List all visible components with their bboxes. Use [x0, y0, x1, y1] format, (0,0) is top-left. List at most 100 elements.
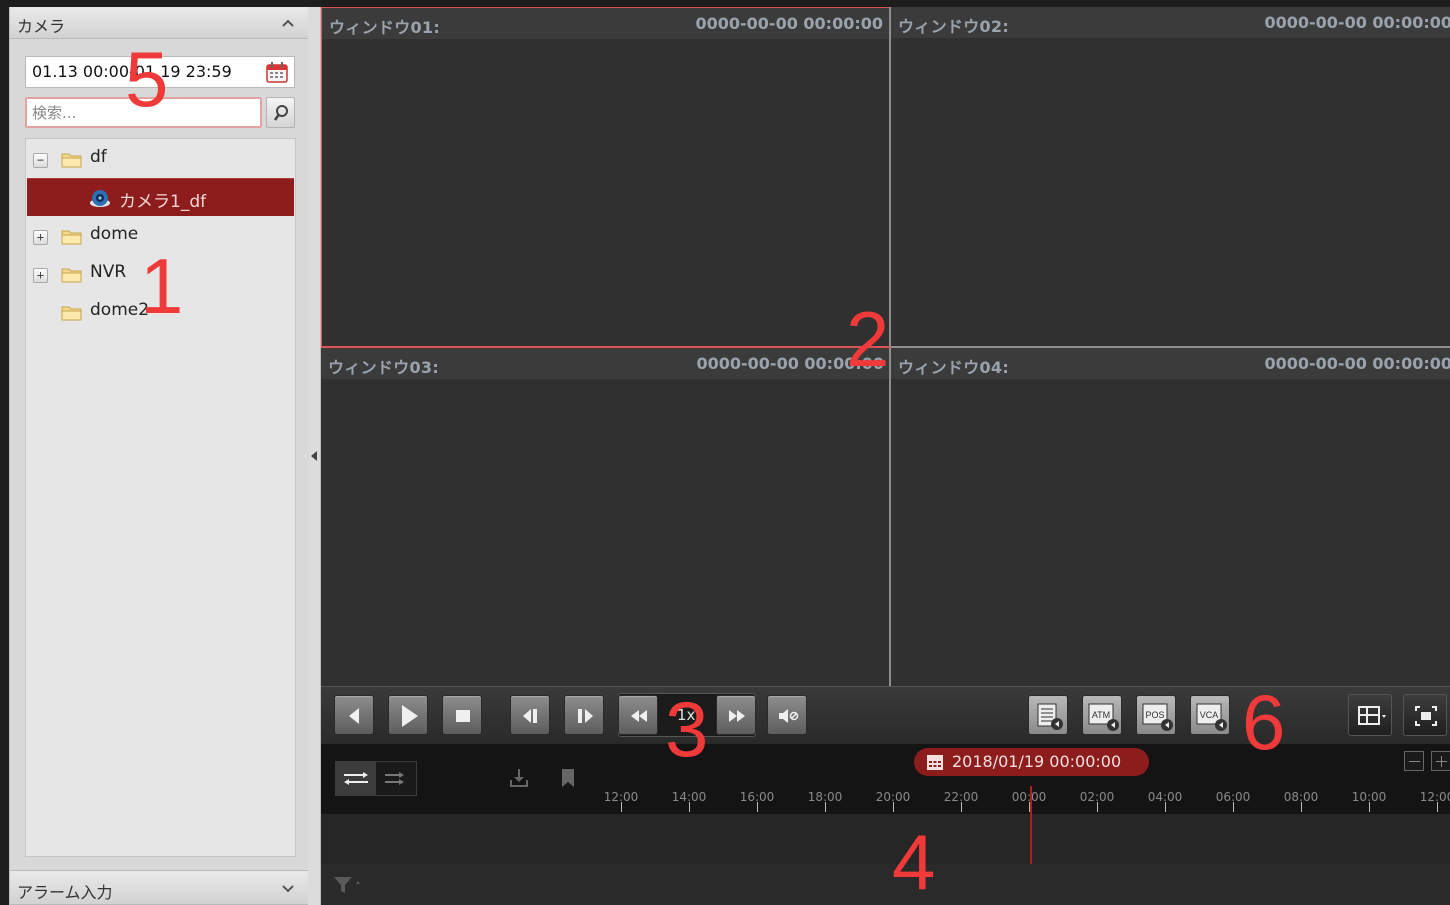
- search-icon: [273, 105, 288, 121]
- tree-item-camera1-df[interactable]: カメラ1_df: [27, 178, 294, 216]
- camera-panel: カメラ 01.13 00:00-01.19 23:59 − df: [9, 7, 309, 905]
- step-back-icon: [523, 709, 537, 723]
- window-title-bar: ウィンドウ04: 0000-00-00 00:00:00: [891, 348, 1450, 379]
- zoom-out-button[interactable]: [1404, 751, 1424, 771]
- video-window-3[interactable]: ウィンドウ03: 0000-00-00 00:00:00: [321, 348, 890, 686]
- window-name: ウィンドウ01:: [329, 18, 441, 37]
- play-button[interactable]: [388, 695, 428, 735]
- camera-panel-title: カメラ: [17, 17, 66, 36]
- app-root: カメラ 01.13 00:00-01.19 23:59 − df: [0, 0, 1450, 905]
- tree-item-label: dome: [90, 224, 139, 244]
- timeline-tick: [1301, 802, 1302, 812]
- chevron-down-icon[interactable]: [281, 882, 295, 896]
- stop-icon: [456, 710, 470, 722]
- panel-splitter[interactable]: [308, 7, 321, 905]
- timeline-tick: [1097, 802, 1098, 812]
- timeline-tick-label: 12:00: [1419, 790, 1450, 804]
- step-forward-button[interactable]: [564, 695, 604, 735]
- fullscreen-icon: [1415, 706, 1437, 726]
- window-title-bar: ウィンドウ01: 0000-00-00 00:00:00: [322, 8, 889, 39]
- timeline-tick: [621, 802, 622, 812]
- fast-button[interactable]: [716, 695, 756, 735]
- reverse-play-icon: [349, 708, 359, 724]
- filter-icon[interactable]: [333, 875, 363, 895]
- annotation-2: 2: [846, 295, 890, 383]
- fullscreen-button[interactable]: [1403, 694, 1447, 736]
- bookmark-icon[interactable]: [560, 768, 576, 788]
- vca-icon: VCA: [1196, 703, 1227, 731]
- layout-button[interactable]: [1348, 694, 1392, 736]
- annotation-5: 5: [125, 35, 169, 123]
- expand-toggle[interactable]: +: [33, 230, 48, 245]
- slow-icon: [631, 710, 647, 722]
- timeline-mode-toggle[interactable]: [335, 761, 417, 796]
- timeline-tick: [893, 802, 894, 812]
- download-icon[interactable]: [507, 766, 531, 790]
- sync-icon: [344, 772, 368, 785]
- vca-label: VCA: [1200, 710, 1219, 720]
- collapse-toggle[interactable]: −: [33, 153, 48, 168]
- atm-label: ATM: [1092, 710, 1110, 720]
- window-name: ウィンドウ04:: [898, 358, 1010, 377]
- search-button[interactable]: [266, 97, 295, 128]
- fast-icon: [729, 710, 745, 722]
- pos-icon: POS: [1142, 703, 1173, 731]
- tree-item-df[interactable]: − df: [27, 139, 294, 177]
- timeline-date: 2018/01/19 00:00:00: [952, 752, 1122, 771]
- audio-icon: [779, 709, 799, 723]
- window-timestamp: 0000-00-00 00:00:00: [1264, 13, 1450, 32]
- calendar-icon: [927, 755, 943, 770]
- active-window-border: [321, 346, 890, 348]
- async-icon[interactable]: [377, 762, 417, 795]
- alarm-input-title: アラーム入力: [17, 883, 113, 902]
- expand-toggle[interactable]: +: [33, 268, 48, 283]
- zoom-in-button[interactable]: [1431, 751, 1450, 771]
- timeline-tick: [757, 802, 758, 812]
- slow-button[interactable]: [618, 695, 658, 735]
- video-window-1[interactable]: ウィンドウ01: 0000-00-00 00:00:00: [321, 7, 890, 347]
- timeline-tick: [825, 802, 826, 812]
- folder-icon: [61, 153, 82, 168]
- chevron-up-icon[interactable]: [281, 16, 295, 30]
- filter-bar: [321, 864, 1450, 905]
- annotation-3: 3: [665, 685, 709, 773]
- pos-label: POS: [1145, 710, 1164, 720]
- pos-button[interactable]: POS: [1136, 695, 1176, 735]
- timeline-date-badge[interactable]: 2018/01/19 00:00:00: [914, 748, 1149, 776]
- atm-icon: ATM: [1088, 703, 1119, 731]
- timeline-tick: [1165, 802, 1166, 812]
- calendar-icon[interactable]: [266, 62, 288, 83]
- sync-mode-option[interactable]: [336, 762, 376, 795]
- video-window-2[interactable]: ウィンドウ02: 0000-00-00 00:00:00: [891, 7, 1450, 347]
- window-title-bar: ウィンドウ02: 0000-00-00 00:00:00: [891, 7, 1450, 38]
- window-timestamp: 0000-00-00 00:00:00: [695, 14, 883, 33]
- play-icon: [402, 705, 418, 727]
- normal-playback-button[interactable]: [1028, 695, 1068, 735]
- tree-item-label: カメラ1_df: [119, 192, 207, 212]
- audio-button[interactable]: [767, 695, 807, 735]
- vca-button[interactable]: VCA: [1190, 695, 1230, 735]
- reverse-play-button[interactable]: [334, 695, 374, 735]
- timeline-tick: [689, 802, 690, 812]
- atm-button[interactable]: ATM: [1082, 695, 1122, 735]
- timeline-tick: [1437, 802, 1438, 812]
- layout-icon: [1358, 706, 1386, 725]
- annotation-4: 4: [892, 818, 936, 905]
- window-title-bar: ウィンドウ03: 0000-00-00 00:00:00: [321, 348, 890, 379]
- timeline-tick: [1233, 802, 1234, 812]
- folder-icon: [61, 230, 82, 245]
- step-back-button[interactable]: [510, 695, 550, 735]
- collapse-arrow-icon[interactable]: [311, 451, 317, 461]
- stop-button[interactable]: [442, 695, 482, 735]
- window-timestamp: 0000-00-00 00:00:00: [1264, 354, 1450, 373]
- tree-item-label: df: [90, 147, 107, 167]
- folder-icon: [61, 306, 82, 321]
- timeline-tick: [1369, 802, 1370, 812]
- alarm-input-header[interactable]: アラーム入力: [10, 870, 309, 905]
- timeline-track[interactable]: [321, 814, 1450, 864]
- annotation-1: 1: [140, 242, 184, 330]
- timeline-cursor[interactable]: [1030, 786, 1032, 864]
- window-name: ウィンドウ03:: [328, 358, 440, 377]
- annotation-6: 6: [1242, 678, 1286, 766]
- video-window-4[interactable]: ウィンドウ04: 0000-00-00 00:00:00: [891, 348, 1450, 686]
